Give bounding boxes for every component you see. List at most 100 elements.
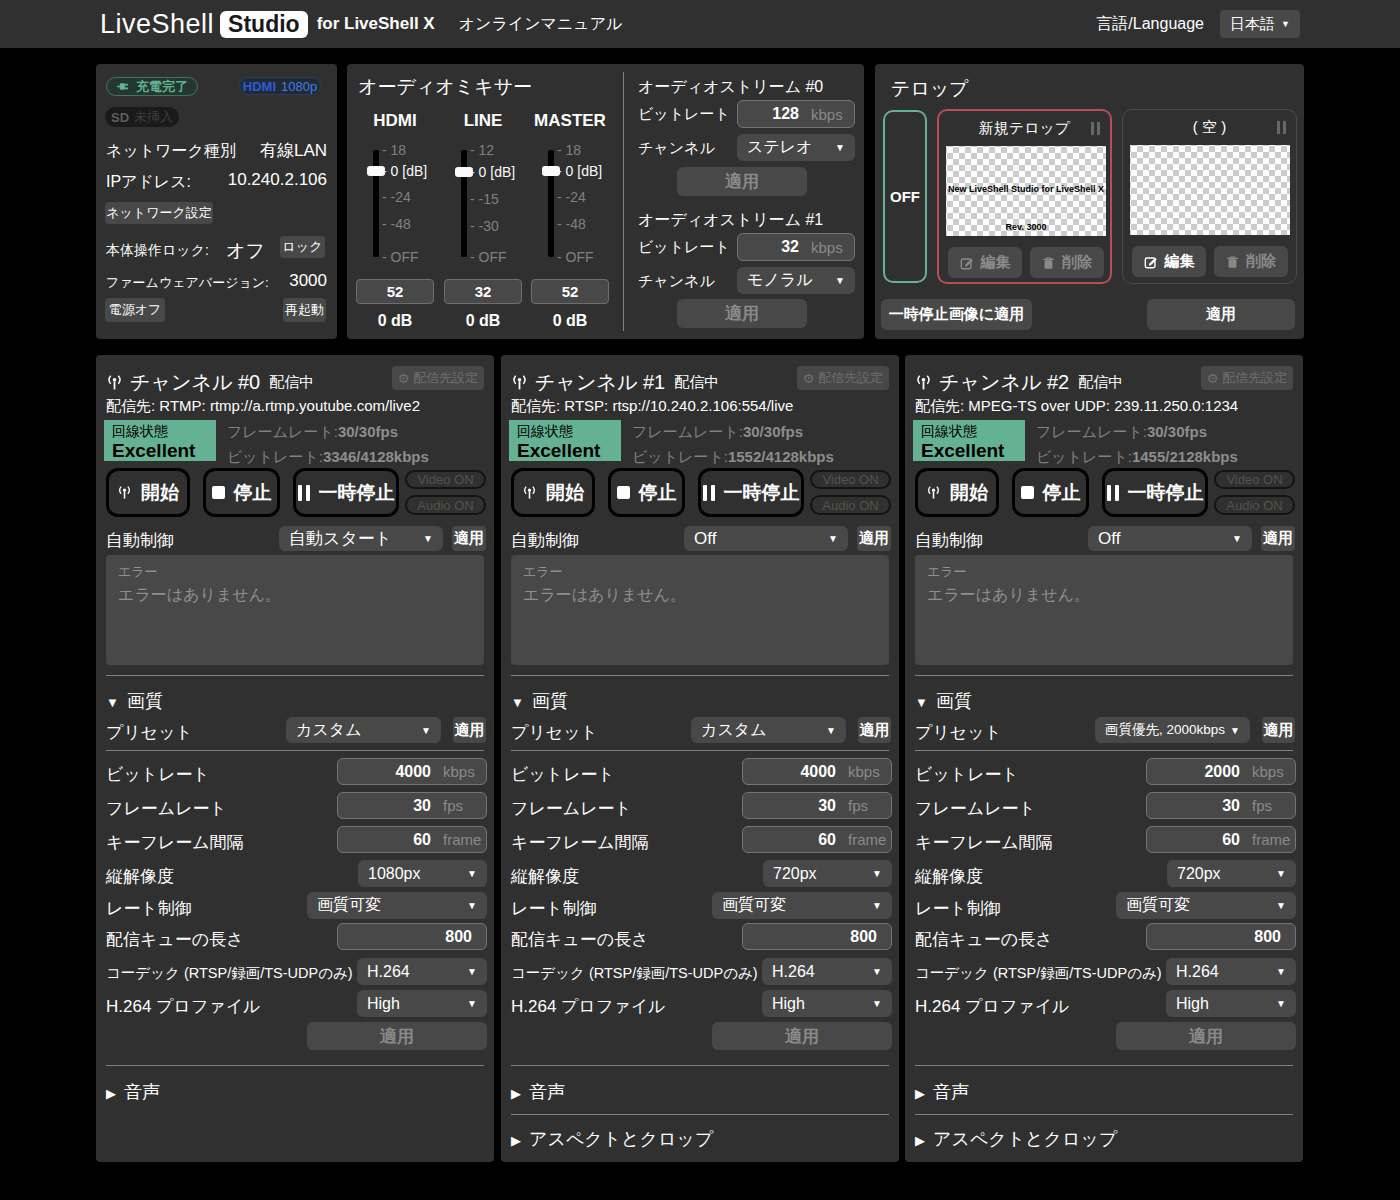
start-button[interactable]: 開始 [511,468,595,517]
audio-on-button[interactable]: Audio ON [405,495,486,515]
audio-stream-1-channel-select[interactable]: モノラル ▼ [737,267,855,294]
hdmi-volume-value[interactable]: 52 [356,279,434,304]
telop-edit-button[interactable]: 編集 [1132,246,1206,277]
online-manual-link[interactable]: オンラインマニュアル [459,14,623,35]
stop-button[interactable]: 停止 [203,468,280,517]
quality-apply-button[interactable]: 適用 [1116,1022,1296,1050]
audio-stream-0-channel-select[interactable]: ステレオ ▼ [737,134,855,161]
auto-control-select[interactable]: Off ▼ [1088,526,1252,551]
quality-section-header[interactable]: ▼画質 [915,689,972,713]
quality-apply-button[interactable]: 適用 [307,1022,487,1050]
video-on-button[interactable]: Video ON [810,470,891,489]
stop-button[interactable]: 停止 [1012,468,1089,517]
resolution-select[interactable]: 720px ▼ [1167,860,1296,887]
aspect-section-header[interactable]: ▶アスペクトとクロップ [915,1127,1117,1151]
telop-delete-button[interactable]: 削除 [1030,247,1104,278]
pause-button[interactable]: 一時停止 [1102,468,1208,517]
quality-section-header[interactable]: ▼画質 [106,689,163,713]
power-off-button[interactable]: 電源オフ [105,298,165,322]
audio-section-header[interactable]: ▶音声 [915,1080,969,1104]
preset-select[interactable]: 画質優先, 2000kbps ▼ [1095,717,1250,743]
framerate-input[interactable]: 30 fps [337,792,487,819]
keyframe-input[interactable]: 60 frame [1146,826,1296,853]
queue-length-input[interactable]: 800 [337,923,487,950]
video-on-button[interactable]: Video ON [1214,470,1295,489]
rate-control-select[interactable]: 画質可変 ▼ [712,892,892,919]
chevron-down-icon: ▼ [872,966,882,977]
codec-select[interactable]: H.264 ▼ [357,958,487,985]
telop-off-button[interactable]: OFF [883,110,927,283]
quality-apply-button[interactable]: 適用 [712,1022,892,1050]
queue-length-input[interactable]: 800 [742,923,892,950]
preset-apply-button[interactable]: 適用 [453,717,486,743]
h264-profile-select[interactable]: High ▼ [762,990,892,1017]
telop-card-active[interactable]: 新規テロップ New LiveShell Studio for LiveShel… [937,109,1112,284]
auto-control-select[interactable]: 自動スタート ▼ [279,526,443,551]
reboot-button[interactable]: 再起動 [283,298,326,322]
audio-mixer-panel: オーディオミキサー HDMI 18 0 [dB] -24 -48 OFF 52 … [347,64,864,339]
audio-stream-1-apply-button[interactable]: 適用 [677,299,807,328]
pause-button[interactable]: 一時停止 [698,468,804,517]
preset-apply-button[interactable]: 適用 [858,717,891,743]
master-volume-value[interactable]: 52 [531,279,609,304]
aspect-section-header[interactable]: ▶アスペクトとクロップ [511,1127,713,1151]
video-on-button[interactable]: Video ON [405,470,486,489]
keyframe-input[interactable]: 60 frame [742,826,892,853]
bitrate-input[interactable]: 4000 kbps [742,758,892,785]
queue-length-input[interactable]: 800 [1146,923,1296,950]
start-button[interactable]: 開始 [915,468,999,517]
line-volume-value[interactable]: 32 [444,279,522,304]
h264-profile-select[interactable]: High ▼ [1166,990,1296,1017]
resolution-select[interactable]: 1080px ▼ [358,860,487,887]
slider-handle[interactable] [542,166,560,176]
triangle-right-icon: ▶ [106,1086,116,1101]
telop-edit-button[interactable]: 編集 [948,247,1022,278]
quality-section-header[interactable]: ▼画質 [511,689,568,713]
audio-section-header[interactable]: ▶音声 [106,1080,160,1104]
bitrate-input[interactable]: 2000 kbps [1146,758,1296,785]
mixer-channel-line: LINE 12 0 [dB] -15 -30 OFF 32 0 dB [444,64,522,339]
telop-apply-button[interactable]: 適用 [1147,299,1295,330]
rate-control-select[interactable]: 画質可変 ▼ [1116,892,1296,919]
preset-select[interactable]: カスタム ▼ [691,717,846,743]
destination-settings-button[interactable]: ⚙ 配信先設定 [1201,366,1293,390]
bitrate-input[interactable]: 4000 kbps [337,758,487,785]
telop-delete-button[interactable]: 削除 [1214,246,1288,277]
language-select[interactable]: 日本語 ▼ [1220,10,1300,38]
audio-on-button[interactable]: Audio ON [1214,495,1295,515]
audio-section-header[interactable]: ▶音声 [511,1080,565,1104]
network-settings-button[interactable]: ネットワーク設定 [105,202,213,224]
codec-select[interactable]: H.264 ▼ [762,958,892,985]
start-button[interactable]: 開始 [106,468,190,517]
auto-control-apply-button[interactable]: 適用 [452,526,486,551]
slider-handle[interactable] [455,167,473,177]
audio-stream-0-bitrate-input[interactable]: 128 kbps [737,100,855,128]
stop-button[interactable]: 停止 [608,468,685,517]
hdmi-volume-slider[interactable]: 18 0 [dB] -24 -48 OFF [356,150,434,262]
channels-1-dest: RTSP: rtsp://10.240.2.106:554/live [564,397,793,414]
framerate-input[interactable]: 30 fps [1146,792,1296,819]
preset-apply-button[interactable]: 適用 [1262,717,1295,743]
auto-control-select[interactable]: Off ▼ [684,526,848,551]
audio-stream-1-bitrate-input[interactable]: 32 kbps [737,233,855,261]
slider-handle[interactable] [367,166,385,176]
keyframe-input[interactable]: 60 frame [337,826,487,853]
audio-stream-0-apply-button[interactable]: 適用 [677,167,807,196]
rate-control-select[interactable]: 画質可変 ▼ [307,892,487,919]
resolution-select[interactable]: 720px ▼ [763,860,892,887]
destination-settings-button[interactable]: ⚙ 配信先設定 [797,366,889,390]
master-volume-slider[interactable]: 18 0 [dB] -24 -48 OFF [531,150,609,262]
codec-select[interactable]: H.264 ▼ [1166,958,1296,985]
preset-select[interactable]: カスタム ▼ [286,717,441,743]
audio-on-button[interactable]: Audio ON [810,495,891,515]
h264-profile-select[interactable]: High ▼ [357,990,487,1017]
auto-control-apply-button[interactable]: 適用 [1261,526,1295,551]
lock-button[interactable]: ロック [280,236,325,258]
line-volume-slider[interactable]: 12 0 [dB] -15 -30 OFF [444,150,522,262]
auto-control-apply-button[interactable]: 適用 [857,526,891,551]
apply-to-pause-image-button[interactable]: 一時停止画像に適用 [881,299,1032,330]
pause-button[interactable]: 一時停止 [293,468,399,517]
destination-settings-button[interactable]: ⚙ 配信先設定 [392,366,484,390]
telop-card-empty[interactable]: ( 空 ) 編集 削除 [1122,109,1297,284]
framerate-input[interactable]: 30 fps [742,792,892,819]
